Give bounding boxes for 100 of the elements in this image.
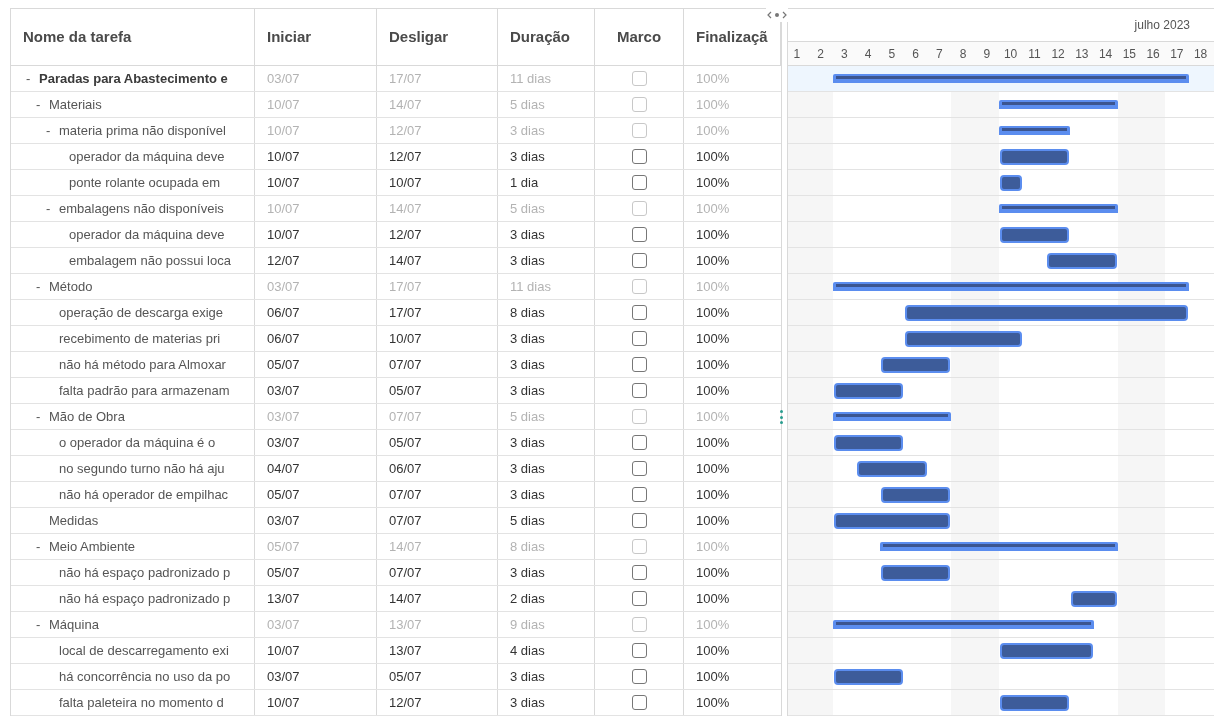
day-label: 10 — [1002, 45, 1019, 63]
milestone-checkbox[interactable] — [631, 175, 647, 190]
column-header[interactable]: Nome da tarefa — [11, 9, 255, 65]
task-name: não há operador de empilhac — [59, 485, 229, 504]
collapse-toggle[interactable]: - — [36, 276, 49, 297]
end-date: 06/07 — [389, 459, 422, 478]
day-label: 7 — [935, 45, 944, 63]
milestone-checkbox[interactable] — [631, 357, 647, 372]
completion: 100% — [696, 303, 730, 322]
milestone-checkbox[interactable] — [631, 123, 647, 138]
task-bar[interactable] — [999, 695, 1069, 711]
grip-icon[interactable] — [780, 410, 783, 424]
chevron-left-icon[interactable] — [767, 11, 772, 19]
task-bar[interactable] — [999, 149, 1069, 165]
milestone-checkbox[interactable] — [631, 97, 647, 112]
task-name: local de descarregamento exi — [59, 641, 229, 660]
day-label: 4 — [863, 45, 873, 63]
day-label: 1 — [792, 45, 802, 63]
start-date: 05/07 — [267, 563, 300, 582]
milestone-checkbox[interactable] — [631, 617, 647, 632]
task-bar[interactable] — [833, 669, 903, 685]
end-date: 05/07 — [389, 667, 422, 686]
summary-bar[interactable] — [832, 620, 1094, 629]
summary-bar[interactable] — [832, 282, 1189, 291]
completion: 100% — [696, 329, 730, 348]
completion: 100% — [696, 277, 730, 296]
milestone-checkbox[interactable] — [631, 305, 647, 320]
task-name: ponte rolante ocupada em — [69, 173, 221, 192]
completion: 100% — [696, 589, 730, 608]
milestone-checkbox[interactable] — [631, 331, 647, 346]
milestone-checkbox[interactable] — [631, 643, 647, 658]
summary-bar[interactable] — [998, 100, 1118, 109]
duration: 3 dias — [510, 121, 545, 140]
day-label: 5 — [887, 45, 897, 63]
task-bar[interactable] — [999, 175, 1022, 191]
milestone-checkbox[interactable] — [631, 513, 647, 528]
milestone-checkbox[interactable] — [631, 71, 647, 86]
task-name: embalagem não possui loca — [69, 251, 231, 270]
task-bar[interactable] — [999, 227, 1069, 243]
column-header[interactable]: Duração — [498, 9, 595, 65]
collapse-toggle[interactable]: - — [36, 94, 49, 115]
summary-bar[interactable] — [832, 74, 1189, 83]
task-name: não há espaço padronizado p — [59, 563, 231, 582]
milestone-checkbox[interactable] — [631, 409, 647, 424]
summary-bar[interactable] — [998, 126, 1070, 135]
task-name: Mão de Obra — [49, 407, 125, 426]
milestone-checkbox[interactable] — [631, 591, 647, 606]
milestone-checkbox[interactable] — [631, 253, 647, 268]
milestone-checkbox[interactable] — [631, 149, 647, 164]
collapse-toggle[interactable]: - — [36, 614, 49, 635]
duration: 5 dias — [510, 199, 545, 218]
duration: 3 dias — [510, 693, 545, 712]
collapse-toggle[interactable]: - — [36, 536, 49, 557]
completion: 100% — [696, 121, 730, 140]
milestone-checkbox[interactable] — [631, 695, 647, 710]
end-date: 12/07 — [389, 693, 422, 712]
collapse-toggle[interactable]: - — [46, 120, 59, 141]
start-date: 10/07 — [267, 225, 300, 244]
milestone-checkbox[interactable] — [631, 461, 647, 476]
milestone-checkbox[interactable] — [631, 227, 647, 242]
start-date: 03/07 — [267, 615, 300, 634]
milestone-checkbox[interactable] — [631, 435, 647, 450]
task-bar[interactable] — [881, 487, 951, 503]
milestone-checkbox[interactable] — [631, 565, 647, 580]
collapse-toggle[interactable]: - — [26, 68, 39, 89]
duration: 2 dias — [510, 589, 545, 608]
duration: 3 dias — [510, 225, 545, 244]
milestone-checkbox[interactable] — [631, 539, 647, 554]
dot-icon[interactable] — [775, 13, 779, 17]
end-date: 14/07 — [389, 251, 422, 270]
column-header[interactable]: Marco — [595, 9, 684, 65]
task-bar[interactable] — [881, 357, 951, 373]
task-bar[interactable] — [833, 513, 951, 529]
task-bar[interactable] — [833, 435, 903, 451]
collapse-toggle[interactable]: - — [36, 406, 49, 427]
column-header[interactable]: Desligar — [377, 9, 498, 65]
task-bar[interactable] — [999, 643, 1093, 659]
milestone-checkbox[interactable] — [631, 669, 647, 684]
task-name: no segundo turno não há aju — [59, 459, 225, 478]
column-header[interactable]: Iniciar — [255, 9, 377, 65]
start-date: 06/07 — [267, 329, 300, 348]
completion: 100% — [696, 355, 730, 374]
end-date: 05/07 — [389, 381, 422, 400]
milestone-checkbox[interactable] — [631, 383, 647, 398]
task-name: materia prima não disponível — [59, 121, 226, 140]
start-date: 05/07 — [267, 485, 300, 504]
chevron-right-icon[interactable] — [782, 11, 787, 19]
collapse-toggle[interactable]: - — [46, 198, 59, 219]
day-label: 18 — [1192, 45, 1209, 63]
completion: 100% — [696, 615, 730, 634]
task-bar[interactable] — [833, 383, 903, 399]
milestone-checkbox[interactable] — [631, 487, 647, 502]
task-bar[interactable] — [881, 565, 951, 581]
summary-bar[interactable] — [832, 412, 952, 421]
summary-bar[interactable] — [998, 204, 1118, 213]
task-bar[interactable] — [1071, 591, 1117, 607]
milestone-checkbox[interactable] — [631, 201, 647, 216]
milestone-checkbox[interactable] — [631, 279, 647, 294]
summary-bar[interactable] — [880, 542, 1118, 551]
end-date: 05/07 — [389, 433, 422, 452]
